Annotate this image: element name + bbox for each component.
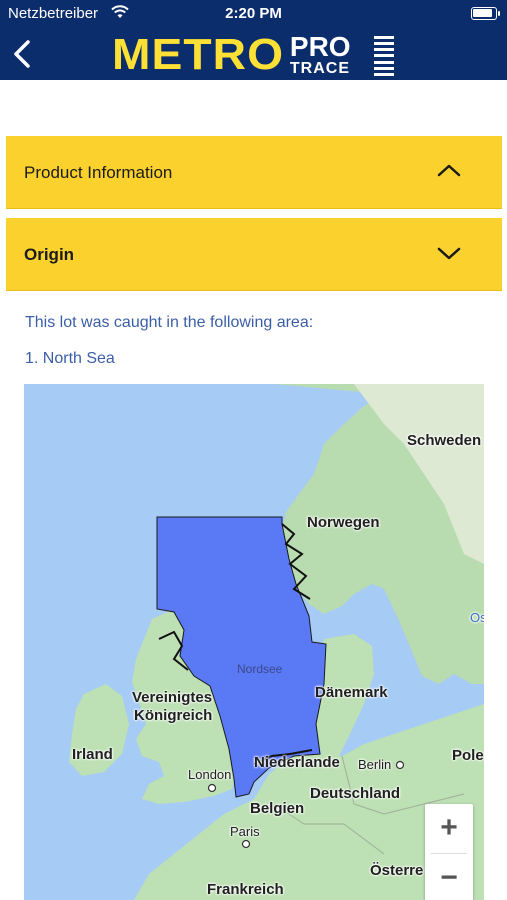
map-zoom-control: + −	[425, 804, 473, 900]
city-dot-london	[207, 783, 217, 793]
logo-trace: TRACE	[289, 60, 350, 77]
map-label-uk-2: Königreich	[134, 707, 213, 724]
map-label-berlin: Berlin	[358, 757, 392, 772]
map-label-schweden: Schweden	[407, 432, 482, 449]
map-label-london: London	[188, 767, 232, 782]
map-label-niederlande: Niederlande	[254, 754, 340, 771]
fishing-area-item: 1. North Sea	[25, 350, 115, 367]
logo-pro-trace-text: PRO TRACE	[290, 33, 351, 77]
zoom-out-button[interactable]: −	[425, 854, 473, 900]
map-label-belgien: Belgien	[250, 800, 305, 817]
city-dot-paris	[241, 839, 251, 849]
battery-icon	[471, 7, 497, 20]
accordion-product-information[interactable]: Product Information	[6, 136, 502, 209]
map-label-daenemark: Dänemark	[315, 684, 388, 701]
origin-intro-text: This lot was caught in the following are…	[25, 314, 314, 331]
map-label-irland: Irland	[72, 746, 113, 763]
origin-map[interactable]: Schweden Norwegen Os Nordsee Dänemark Ve…	[24, 384, 484, 900]
back-button[interactable]	[8, 34, 38, 74]
accordion-title: Product Information	[24, 163, 173, 182]
metro-pro-trace-logo: METRO PRO TRACE	[112, 30, 394, 79]
accordion-origin[interactable]: Origin	[6, 218, 502, 291]
map-label-oesterreich: Österre	[370, 862, 424, 879]
chevron-up-icon	[437, 164, 461, 177]
zoom-in-button[interactable]: +	[425, 804, 473, 852]
accordion-title: Origin	[24, 245, 75, 264]
clock: 2:20 PM	[225, 5, 282, 22]
nav-bar: METRO PRO TRACE	[0, 28, 507, 80]
logo-bars-icon	[374, 36, 394, 76]
city-dot-berlin	[395, 760, 405, 770]
status-bar: Netzbetreiber 2:20 PM	[0, 0, 507, 28]
logo-pro: PRO	[289, 31, 351, 62]
map-label-frankreich: Frankreich	[207, 881, 284, 898]
battery-tip	[498, 11, 500, 16]
map-canvas	[69, 384, 484, 900]
chevron-down-icon	[437, 247, 461, 260]
map-label-os: Os	[470, 610, 484, 625]
map-label-paris: Paris	[230, 824, 260, 839]
logo-metro-text: METRO	[112, 30, 285, 79]
chevron-left-icon	[14, 40, 30, 68]
map-label-uk-1: Vereinigtes	[132, 689, 213, 706]
map-label-deutschland: Deutschland	[310, 785, 401, 802]
map-label-pole: Pole	[452, 747, 484, 764]
map-label-nordsee: Nordsee	[237, 662, 283, 676]
map-label-norwegen: Norwegen	[307, 514, 380, 531]
